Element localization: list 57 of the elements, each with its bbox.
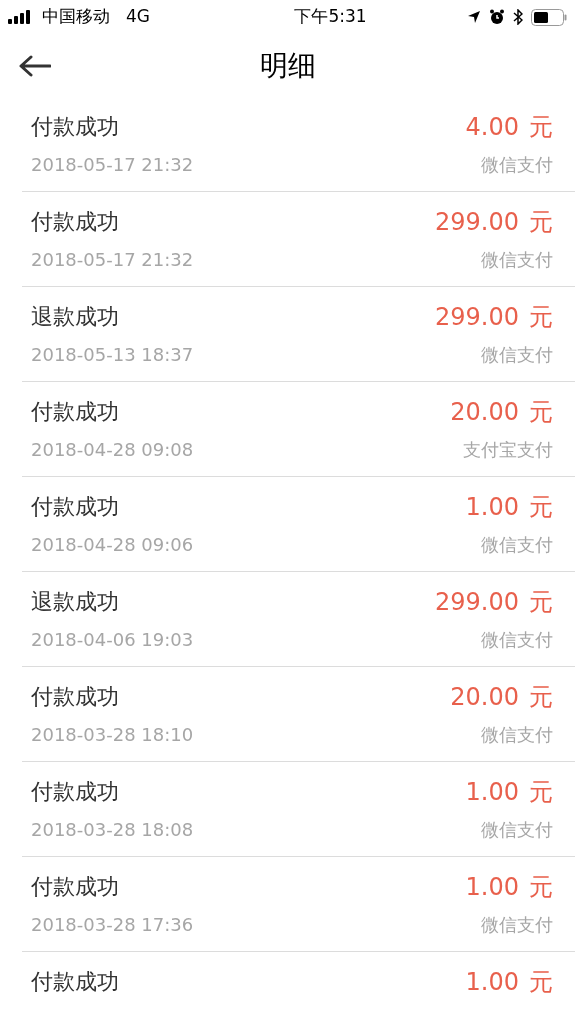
record-date: 2018-03-28 17:36: [31, 913, 194, 937]
payment-method: 微信支付: [481, 153, 553, 177]
record-amount: 1.00: [465, 873, 519, 901]
payment-method: 微信支付: [481, 723, 553, 747]
currency-unit: 元: [529, 113, 553, 141]
payment-method: 微信支付: [481, 248, 553, 272]
record-date: 2018-05-13 18:37: [31, 343, 194, 367]
alarm-icon: [489, 9, 505, 25]
record-amount: 299.00: [435, 208, 519, 236]
record-amount: 20.00: [450, 398, 519, 426]
back-arrow-icon: [19, 55, 51, 77]
payment-method: 微信支付: [481, 818, 553, 842]
record-status: 退款成功: [31, 588, 120, 616]
currency-unit: 元: [529, 683, 553, 711]
record-amount: 4.00: [465, 113, 519, 141]
record-amount: 1.00: [465, 778, 519, 806]
payment-method: 支付宝支付: [463, 438, 553, 462]
currency-unit: 元: [529, 398, 553, 426]
record-date: 2018-04-06 19:03: [31, 628, 194, 652]
currency-unit: 元: [529, 208, 553, 236]
record-status: 付款成功: [31, 778, 120, 806]
record-status: 付款成功: [31, 208, 120, 236]
battery-icon: [531, 8, 567, 26]
currency-unit: 元: [529, 493, 553, 521]
currency-unit: 元: [529, 778, 553, 806]
payment-method: 微信支付: [481, 913, 553, 937]
record-status: 付款成功: [31, 398, 120, 426]
record-amount: 299.00: [435, 303, 519, 331]
page-title: 明细: [259, 47, 316, 84]
currency-unit: 元: [529, 588, 553, 616]
record-date: 2018-03-28 18:08: [31, 818, 194, 842]
clock: 下午5:31: [294, 5, 367, 29]
bluetooth-icon: [513, 9, 523, 25]
record-status: 付款成功: [31, 493, 120, 521]
record-date: 2018-04-28 09:08: [31, 438, 194, 462]
record-status: 付款成功: [31, 873, 120, 901]
record-status: 退款成功: [31, 303, 120, 331]
network-type: 4G: [126, 5, 150, 29]
payment-method: 微信支付: [481, 628, 553, 652]
currency-unit: 元: [529, 303, 553, 331]
payment-method: 微信支付: [481, 343, 553, 367]
record-amount: 1.00: [465, 968, 519, 996]
location-icon: [467, 10, 481, 24]
record-amount: 1.00: [465, 493, 519, 521]
carrier-name: 中国移动: [42, 5, 110, 29]
payment-method: 微信支付: [481, 533, 553, 557]
record-date: 2018-04-28 09:06: [31, 533, 194, 557]
record-amount: 20.00: [450, 683, 519, 711]
record-date: 2018-05-17 21:32: [31, 248, 194, 272]
record-date: 2018-03-28 18:10: [31, 723, 194, 747]
record-amount: 299.00: [435, 588, 519, 616]
currency-unit: 元: [529, 873, 553, 901]
currency-unit: 元: [529, 968, 553, 996]
record-status: 付款成功: [31, 968, 119, 996]
record-status: 付款成功: [31, 113, 120, 141]
record-date: 2018-05-17 21:32: [31, 153, 194, 177]
record-status: 付款成功: [31, 683, 120, 711]
